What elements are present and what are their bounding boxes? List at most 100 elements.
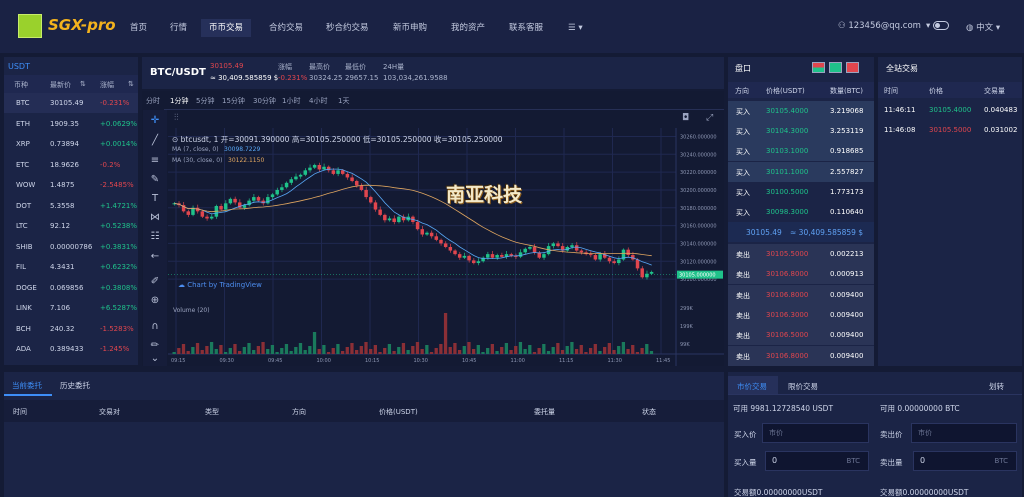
tab-market-order[interactable]: 市价交易 bbox=[728, 376, 778, 394]
volume-bar bbox=[322, 345, 326, 354]
nav-home[interactable]: 首页 bbox=[122, 19, 155, 37]
collapse-icon[interactable]: ⌄ bbox=[148, 352, 162, 366]
eye-icon[interactable]: ⊙ bbox=[172, 135, 181, 144]
orderbook-sell-row[interactable]: 卖出 30106.8000 0.009400 bbox=[728, 284, 874, 305]
volume-bar bbox=[345, 347, 349, 354]
pair-row[interactable]: WOW 1.4875 -2.5485% bbox=[4, 175, 138, 195]
y-tick-label: 30200.000000 bbox=[680, 188, 717, 194]
pencil-icon[interactable]: ✏ bbox=[148, 339, 162, 353]
x-tick-label: 10:45 bbox=[462, 358, 476, 364]
nav-spot[interactable]: 币币交易 bbox=[201, 19, 252, 37]
nav-contract[interactable]: 合约交易 bbox=[261, 19, 311, 37]
pair-row[interactable]: BCH 240.32 -1.5283% bbox=[4, 319, 138, 339]
pair-group-tab[interactable]: USDT bbox=[8, 62, 30, 71]
volume-bar bbox=[205, 346, 209, 354]
nav-market[interactable]: 行情 bbox=[162, 19, 195, 37]
language-select[interactable]: ◍ 中文 ▾ bbox=[966, 21, 1000, 33]
orderbook-sell-row[interactable]: 卖出 30106.8000 0.000913 bbox=[728, 264, 874, 285]
buy-price-input[interactable]: 市价 bbox=[762, 423, 869, 443]
pair-row[interactable]: SHIB 0.00000786 +0.3831% bbox=[4, 237, 138, 257]
camera-icon[interactable]: ◘ bbox=[682, 113, 689, 123]
transfer-link[interactable]: 划转 bbox=[989, 381, 1004, 392]
last-price: 30105.49 bbox=[210, 62, 244, 70]
pattern-icon[interactable]: ⋈ bbox=[148, 211, 162, 225]
pair-row[interactable]: BTC 30105.49 -0.231% bbox=[4, 93, 138, 113]
orderbook-sell-row[interactable]: 卖出 30106.5000 0.009400 bbox=[728, 325, 874, 346]
view-both-icon[interactable] bbox=[812, 62, 825, 73]
nav-new-coin[interactable]: 新币申购 bbox=[385, 19, 435, 37]
sell-qty-input[interactable]: 0 BTC bbox=[913, 451, 1017, 471]
logo-text[interactable]: SGX-pro bbox=[48, 16, 116, 34]
interval-tab[interactable]: 分时 bbox=[146, 96, 160, 106]
header-change[interactable]: 涨幅 bbox=[100, 80, 114, 90]
candle-body bbox=[317, 164, 322, 170]
volume-bar bbox=[172, 352, 176, 354]
text-icon[interactable]: T bbox=[148, 192, 162, 206]
fullscreen-icon[interactable]: ⤢ bbox=[706, 113, 713, 123]
nav-second-contract[interactable]: 秒合约交易 bbox=[318, 19, 377, 37]
tab-current-orders[interactable]: 当前委托 bbox=[12, 380, 42, 391]
back-arrow-icon[interactable]: ← bbox=[148, 250, 162, 264]
interval-tab[interactable]: 1天 bbox=[338, 96, 349, 106]
orderbook-buy-row[interactable]: 买入 30105.4000 3.219068 bbox=[728, 101, 874, 121]
pair-row[interactable]: FIL 4.3431 +0.6232% bbox=[4, 257, 138, 277]
nav-more-menu[interactable]: ☰ ▾ bbox=[560, 19, 591, 37]
pair-row[interactable]: XRP 0.73894 +0.0014% bbox=[4, 134, 138, 154]
pair-row[interactable]: DOGE 0.069856 +0.3808% bbox=[4, 278, 138, 298]
interval-tab[interactable]: 30分钟 bbox=[253, 96, 276, 106]
zoom-icon[interactable]: ⊕ bbox=[148, 294, 162, 308]
view-buy-icon[interactable] bbox=[829, 62, 842, 73]
orderbook-buy-row[interactable]: 买入 30104.3000 3.253119 bbox=[728, 121, 874, 142]
tab-limit-order[interactable]: 限价交易 bbox=[788, 381, 818, 392]
orderbook-sell-row[interactable]: 卖出 30106.8000 0.009400 bbox=[728, 345, 874, 366]
volume-bar bbox=[233, 344, 237, 354]
pair-symbol: FIL bbox=[16, 263, 26, 271]
crosshair-icon[interactable]: ✛ bbox=[148, 114, 162, 128]
fib-icon[interactable]: ☷ bbox=[148, 230, 162, 244]
chart-type-icon[interactable]: ⫶⫶ bbox=[174, 113, 179, 123]
orderbook-sell-row[interactable]: 卖出 30106.3000 0.009400 bbox=[728, 304, 874, 325]
language-label: 中文 bbox=[976, 23, 994, 33]
pair-row[interactable]: LINK 7.106 +6.5287% bbox=[4, 298, 138, 318]
user-account[interactable]: ⚇ 123456@qq.com bbox=[838, 21, 921, 31]
buy-qty-input[interactable]: 0 BTC bbox=[765, 451, 869, 471]
volume-bar bbox=[476, 345, 480, 354]
sort-icon[interactable]: ⇅ bbox=[128, 80, 134, 88]
orderbook-buy-row[interactable]: 买入 30100.5000 1.773173 bbox=[728, 181, 874, 202]
header-price[interactable]: 最新价 bbox=[50, 80, 71, 90]
trade-price: 30105.5000 bbox=[929, 126, 972, 134]
candle-body bbox=[434, 236, 439, 240]
interval-tab[interactable]: 1分钟 bbox=[170, 96, 188, 106]
tradingview-brand[interactable]: ☁ Chart by TradingView bbox=[178, 281, 262, 289]
interval-tab[interactable]: 5分钟 bbox=[196, 96, 214, 106]
ruler-icon[interactable]: ✐ bbox=[148, 275, 162, 289]
pair-row[interactable]: ADA 0.389433 -1.245% bbox=[4, 339, 138, 359]
logo-icon[interactable] bbox=[18, 14, 42, 38]
brush-icon[interactable]: ✎ bbox=[148, 173, 162, 187]
interval-tab[interactable]: 15分钟 bbox=[222, 96, 245, 106]
candle-body bbox=[556, 243, 560, 247]
orderbook-buy-row[interactable]: 买入 30103.1000 0.918685 bbox=[728, 141, 874, 162]
orderbook-buy-row[interactable]: 买入 30101.1000 2.557827 bbox=[728, 161, 874, 182]
candle-body bbox=[266, 197, 270, 204]
pair-row[interactable]: ETC 18.9626 -0.2% bbox=[4, 155, 138, 175]
interval-tab[interactable]: 4小时 bbox=[309, 96, 327, 106]
high-label: 最高价 bbox=[309, 63, 330, 71]
horizontal-line-icon[interactable]: ≡ bbox=[148, 154, 162, 168]
nav-support[interactable]: 联系客服 bbox=[501, 19, 551, 37]
pair-row[interactable]: DOT 5.3558 +1.4721% bbox=[4, 196, 138, 216]
sell-price-input[interactable]: 市价 bbox=[911, 423, 1017, 443]
magnet-icon[interactable]: ∩ bbox=[148, 320, 162, 334]
pair-row[interactable]: LTC 92.12 +0.5238% bbox=[4, 216, 138, 236]
tab-history-orders[interactable]: 历史委托 bbox=[60, 380, 90, 391]
nav-assets[interactable]: 我的资产 bbox=[443, 19, 493, 37]
pair-row[interactable]: ETH 1909.35 +0.0629% bbox=[4, 114, 138, 134]
sort-icon[interactable]: ⇅ bbox=[80, 80, 86, 88]
orderbook-sell-row[interactable]: 卖出 30105.5000 0.002213 bbox=[728, 244, 874, 264]
tab-market-label: 市价交易 bbox=[737, 382, 767, 391]
theme-toggle[interactable]: ▾ bbox=[926, 21, 949, 31]
trend-line-icon[interactable]: ╱ bbox=[148, 134, 162, 148]
interval-tab[interactable]: 1小时 bbox=[282, 96, 300, 106]
view-sell-icon[interactable] bbox=[846, 62, 859, 73]
orderbook-buy-row[interactable]: 买入 30098.3000 0.110640 bbox=[728, 202, 874, 222]
